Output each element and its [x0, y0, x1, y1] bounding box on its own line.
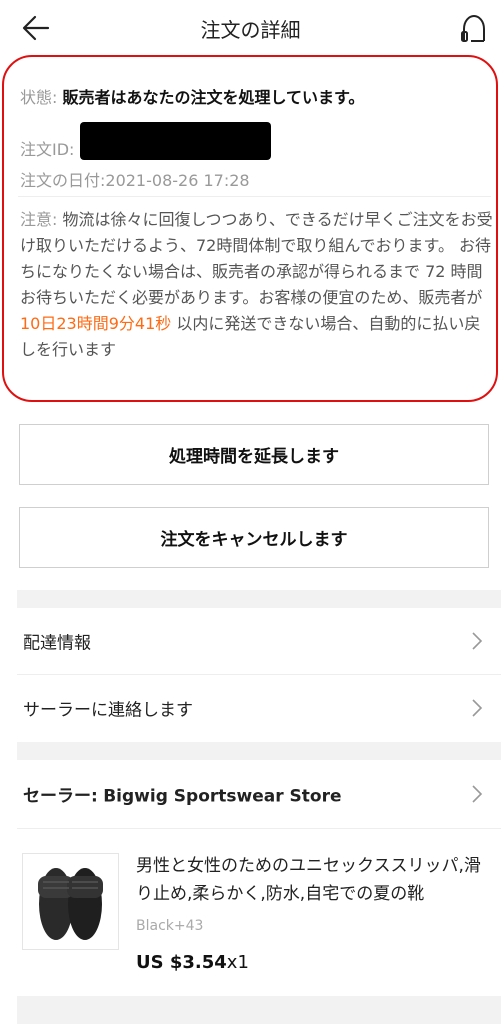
section-spacer [17, 742, 501, 760]
section-spacer [17, 996, 501, 1024]
divider [18, 196, 491, 197]
notice-label: 注意: [20, 210, 58, 229]
order-status: 状態: 販売者はあなたの注文を処理しています。 [20, 84, 364, 108]
support-button[interactable] [457, 11, 491, 45]
chevron-right-icon [472, 785, 483, 803]
notice-text: 注意: 物流は徐々に回復しつつあり、できるだけ早くご注文をお受け取りいただけるよ… [20, 207, 496, 363]
chevron-right-icon [472, 632, 483, 650]
product-title[interactable]: 男性と女性のためのユニセックススリッパ,滑り止め,柔らかく,防水,自宅での夏の靴 [136, 852, 492, 908]
seller-row[interactable]: セーラー: Bigwig Sportswear Store [0, 760, 501, 828]
notice-countdown: 10日23時間9分41秒 [20, 314, 172, 333]
product-variant: Black+43 [136, 918, 204, 934]
product-price: US $3.54x1 [136, 952, 249, 973]
header-bar: 注文の詳細 [0, 0, 501, 56]
shipping-info-row[interactable]: 配達情報 [0, 608, 501, 674]
chevron-right-icon [472, 699, 483, 717]
quantity: x1 [226, 952, 249, 973]
seller-name: Bigwig Sportswear Store [103, 786, 342, 807]
contact-seller-label: サーラーに連絡します [23, 700, 193, 721]
shipping-info-label: 配達情報 [23, 633, 91, 654]
slipper-icon [38, 868, 103, 940]
headset-icon [461, 14, 485, 42]
order-id-redaction [80, 122, 271, 160]
extend-processing-button[interactable]: 処理時間を延長します [19, 424, 489, 485]
price-amount: US $3.54 [136, 952, 227, 973]
status-label: 状態: [20, 88, 58, 107]
section-spacer [17, 590, 501, 608]
order-id-label: 注文ID: [20, 140, 75, 159]
divider [17, 828, 501, 829]
seller-label: セーラー: [23, 786, 98, 807]
order-date: 注文の日付:2021-08-26 17:28 [20, 171, 250, 190]
status-value: 販売者はあなたの注文を処理しています。 [62, 88, 365, 107]
page-title: 注文の詳細 [200, 18, 301, 42]
product-image[interactable] [22, 853, 119, 950]
cancel-order-button[interactable]: 注文をキャンセルします [19, 507, 489, 568]
seller-info: セーラー: Bigwig Sportswear Store [23, 782, 341, 807]
notice-body-1: 物流は徐々に回復しつつあり、できるだけ早くご注文をお受け取りいただけるよう、72… [20, 210, 493, 307]
contact-seller-row[interactable]: サーラーに連絡します [0, 675, 501, 741]
